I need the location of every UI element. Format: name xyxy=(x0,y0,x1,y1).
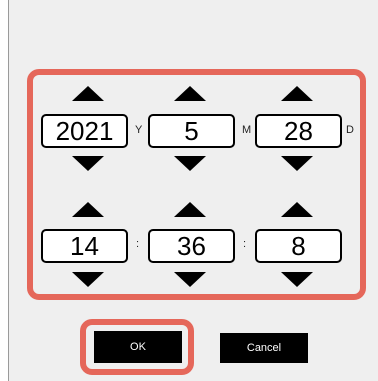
minute-decrement-icon[interactable] xyxy=(174,272,206,287)
day-unit-label: D xyxy=(346,124,354,136)
hour-increment-icon[interactable] xyxy=(72,202,104,217)
second-increment-icon[interactable] xyxy=(281,202,313,217)
year-increment-icon[interactable] xyxy=(72,86,104,101)
day-field[interactable]: 28 xyxy=(255,114,342,148)
year-unit-label: Y xyxy=(135,124,143,136)
picker-highlight-frame xyxy=(27,69,366,300)
day-increment-icon[interactable] xyxy=(281,86,313,101)
hour-decrement-icon[interactable] xyxy=(72,272,104,287)
hour-minute-separator: : xyxy=(136,238,140,250)
year-decrement-icon[interactable] xyxy=(72,156,104,171)
hour-field[interactable]: 14 xyxy=(41,229,128,263)
minute-increment-icon[interactable] xyxy=(174,202,206,217)
second-decrement-icon[interactable] xyxy=(281,272,313,287)
day-decrement-icon[interactable] xyxy=(281,156,313,171)
month-decrement-icon[interactable] xyxy=(174,156,206,171)
month-field[interactable]: 5 xyxy=(148,114,235,148)
cancel-button[interactable]: Cancel xyxy=(220,333,308,363)
ok-button[interactable]: OK xyxy=(94,331,182,363)
second-field[interactable]: 8 xyxy=(255,229,342,263)
minute-field[interactable]: 36 xyxy=(148,229,235,263)
month-unit-label: M xyxy=(242,124,252,136)
month-increment-icon[interactable] xyxy=(174,86,206,101)
year-field[interactable]: 2021 xyxy=(41,114,128,148)
minute-second-separator: : xyxy=(243,238,247,250)
